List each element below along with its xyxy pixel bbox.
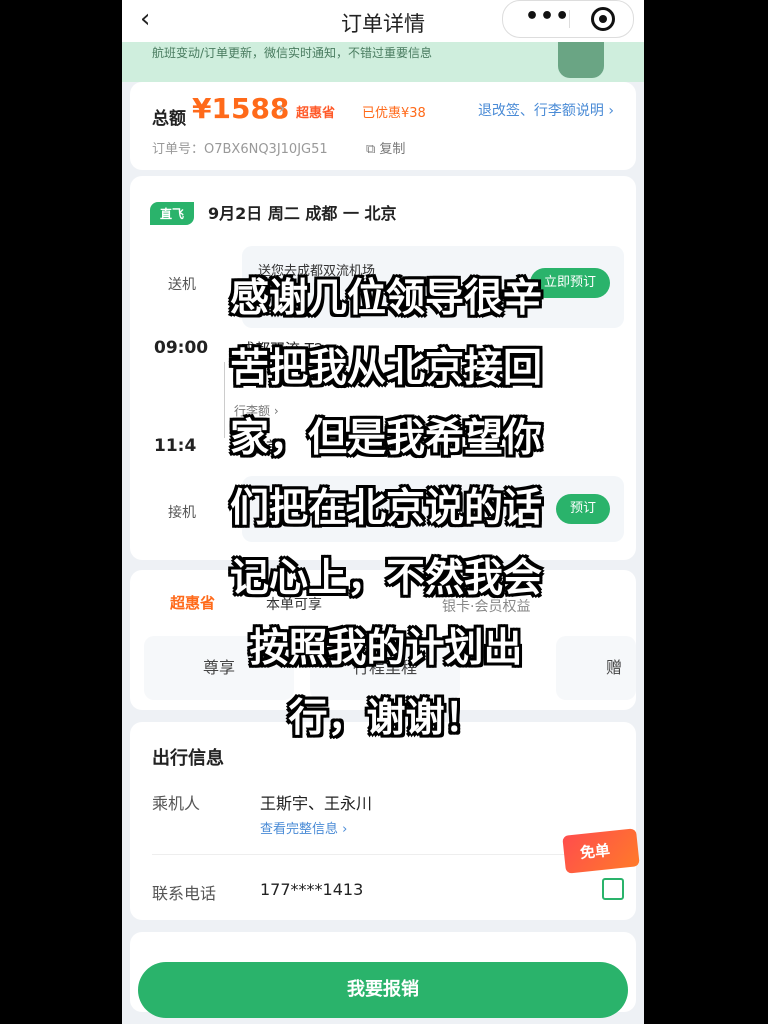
reimburse-button[interactable]: 我要报销 — [138, 962, 628, 1018]
flight-route: 9月2日 周二 成都 一 北京 — [208, 204, 397, 223]
contact-phone-label: 联系电话 — [152, 884, 217, 903]
refund-policy-link[interactable]: 退改签、行李额说明 › — [478, 100, 614, 120]
total-label: 总额 — [152, 109, 186, 129]
copy-button[interactable]: ⧉ 复制 — [366, 138, 405, 157]
edit-icon[interactable] — [602, 878, 624, 900]
caption-line: 按照我的计划出 — [249, 626, 523, 671]
super-saver-badge: 超惠省 — [296, 106, 336, 121]
capsule-divider — [569, 10, 570, 28]
chevron-right-icon[interactable]: › — [278, 98, 285, 119]
notice-banner[interactable]: 航班变动/订单更新，微信实时通知，不错过重要信息 — [122, 42, 644, 82]
free-order-label: 免单 — [579, 841, 611, 863]
caption-line: 行，谢谢！ — [288, 696, 484, 741]
nav-bar: ‹ 订单详情 ••• — [122, 0, 644, 42]
view-full-info-link[interactable]: 查看完整信息 › — [260, 818, 347, 837]
more-icon[interactable]: ••• — [525, 4, 570, 29]
copy-label: 复制 — [379, 142, 406, 157]
total-price[interactable]: ¥1588 — [192, 92, 289, 125]
caption-line: 记心上，不然我会 — [229, 556, 542, 601]
caption-line: 家，但是我希望你 — [229, 416, 542, 461]
discount-text: 已优惠¥38 — [362, 106, 426, 121]
miniapp-capsule: ••• — [502, 0, 634, 38]
caption-line: 感谢几位领导很辛 — [229, 276, 542, 321]
close-miniapp-icon[interactable] — [591, 7, 615, 31]
caption-line: 们把在北京说的话 — [229, 486, 542, 531]
caption-line: 苦把我从北京接回 — [229, 346, 542, 391]
banner-illustration — [558, 42, 604, 78]
order-summary-card: 总额 ¥1588 › 超惠省 已优惠¥38 退改签、行李额说明 › 订单号：O7… — [130, 82, 636, 170]
caption-overlay: 感谢几位领导很辛 苦把我从北京接回 家，但是我希望你 们把在北京说的话 记心上，… — [176, 264, 596, 754]
passenger-names: 王斯宇、王永川 — [260, 794, 373, 813]
direct-flight-tag: 直飞 — [150, 202, 195, 225]
divider — [152, 854, 616, 855]
contact-phone-value: 177****1413 — [260, 880, 364, 899]
order-number: 订单号：O7BX6NQ3J10JG51 — [152, 142, 328, 157]
banner-text: 航班变动/订单更新，微信实时通知，不错过重要信息 — [152, 46, 433, 60]
free-order-badge[interactable]: 免单 — [562, 828, 640, 874]
passenger-label: 乘机人 — [152, 794, 201, 813]
